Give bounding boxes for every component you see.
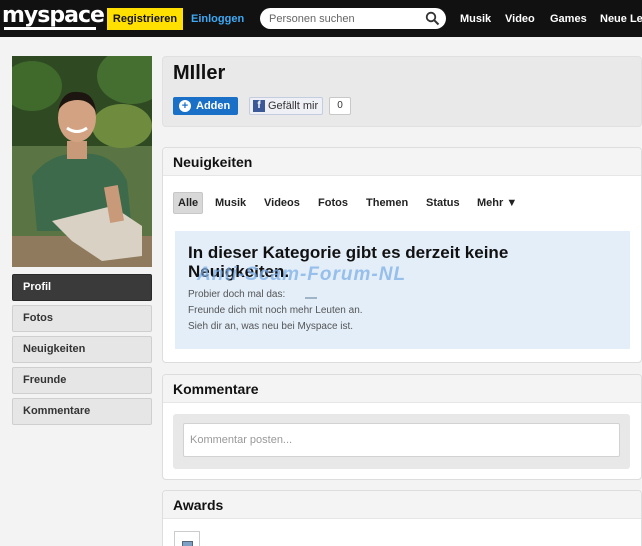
logo-underline — [4, 27, 96, 30]
facebook-like-button[interactable]: f Gefällt mir — [249, 97, 323, 115]
filter-more[interactable]: Mehr ▼ — [473, 192, 521, 214]
logo-text: myspace — [2, 3, 105, 28]
top-bar: myspace Registrieren Einloggen Musik Vid… — [0, 0, 642, 37]
sidebar-item-friends[interactable]: Freunde — [12, 367, 152, 394]
like-count: 0 — [329, 97, 351, 115]
watermark-text: Anti-Scam-Forum-NL — [197, 264, 407, 285]
comment-input[interactable] — [183, 423, 620, 457]
people-search[interactable] — [260, 8, 446, 29]
award-image-placeholder — [182, 541, 193, 546]
filter-all[interactable]: Alle — [173, 192, 204, 214]
news-title: Neuigkeiten — [173, 154, 253, 170]
hint-add-friends[interactable]: Freunde dich mit noch mehr Leuten an. — [188, 305, 363, 316]
award-image-icon[interactable] — [174, 531, 200, 546]
awards-title: Awards — [173, 497, 224, 513]
hint-whats-new[interactable]: Sieh dir an, was neu bei Myspace ist. — [188, 321, 353, 332]
like-label: Gefällt mir — [268, 100, 319, 112]
filter-videos[interactable]: Videos — [260, 192, 304, 214]
profile-photo-image — [12, 56, 152, 267]
hint-heading: Probier doch mal das: — [188, 289, 286, 300]
awards-section: Awards — [162, 490, 642, 546]
awards-header — [163, 491, 641, 519]
comments-section: Kommentare — [162, 374, 642, 480]
news-section: Neuigkeiten Alle Musik Videos Fotos Them… — [162, 147, 642, 363]
empty-news-box: In dieser Kategorie gibt es derzeit kein… — [175, 231, 630, 349]
profile-photo[interactable] — [12, 56, 152, 267]
add-button[interactable]: + Adden — [173, 97, 238, 115]
nav-video[interactable]: Video — [505, 8, 535, 30]
filter-topics[interactable]: Themen — [362, 192, 412, 214]
plus-icon: + — [179, 100, 191, 112]
sidebar-item-news[interactable]: Neuigkeiten — [12, 336, 152, 363]
myspace-logo[interactable]: myspace — [2, 3, 105, 32]
facebook-icon: f — [253, 100, 265, 112]
search-icon[interactable] — [425, 11, 440, 26]
hint-divider — [305, 297, 317, 299]
comment-compose — [173, 414, 630, 469]
nav-games[interactable]: Games — [550, 8, 587, 30]
sidebar-item-photos[interactable]: Fotos — [12, 305, 152, 332]
filter-status[interactable]: Status — [422, 192, 464, 214]
add-button-label: Adden — [196, 100, 231, 112]
nav-music[interactable]: Musik — [460, 8, 491, 30]
profile-name: MIller — [173, 62, 226, 84]
sidebar-item-profile[interactable]: Profil — [12, 274, 152, 301]
search-input[interactable] — [269, 8, 419, 29]
filter-music[interactable]: Musik — [211, 192, 250, 214]
profile-header: MIller + Adden f Gefällt mir 0 — [162, 56, 642, 127]
login-link[interactable]: Einloggen — [191, 8, 244, 30]
comments-title: Kommentare — [173, 381, 259, 397]
filter-photos[interactable]: Fotos — [314, 192, 352, 214]
nav-new[interactable]: Neue Le — [600, 8, 642, 30]
register-button[interactable]: Registrieren — [107, 8, 183, 30]
sidebar-item-comments[interactable]: Kommentare — [12, 398, 152, 425]
